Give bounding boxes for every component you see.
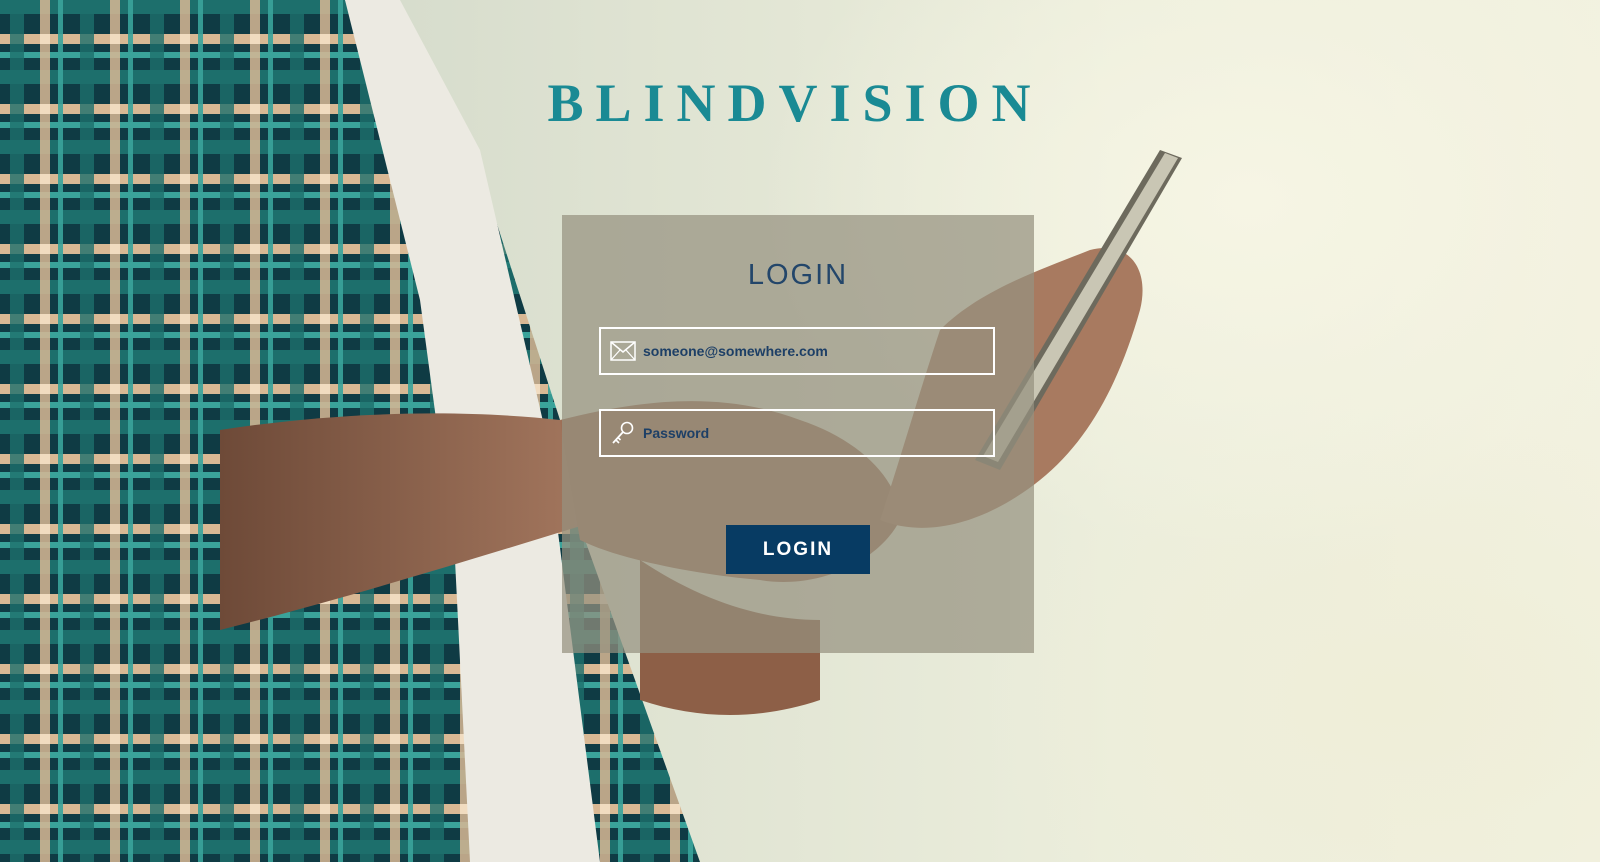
key-icon [609, 419, 637, 447]
password-input[interactable] [637, 411, 993, 455]
login-panel: LOGIN LOGIN [562, 215, 1034, 653]
login-button[interactable]: LOGIN [726, 525, 870, 574]
brand-title: BLINDVISION [547, 73, 1043, 133]
login-panel-title: LOGIN [747, 259, 849, 291]
email-input[interactable] [637, 329, 993, 373]
envelope-icon [609, 337, 637, 365]
password-field[interactable] [599, 409, 995, 457]
email-field[interactable] [599, 327, 995, 375]
